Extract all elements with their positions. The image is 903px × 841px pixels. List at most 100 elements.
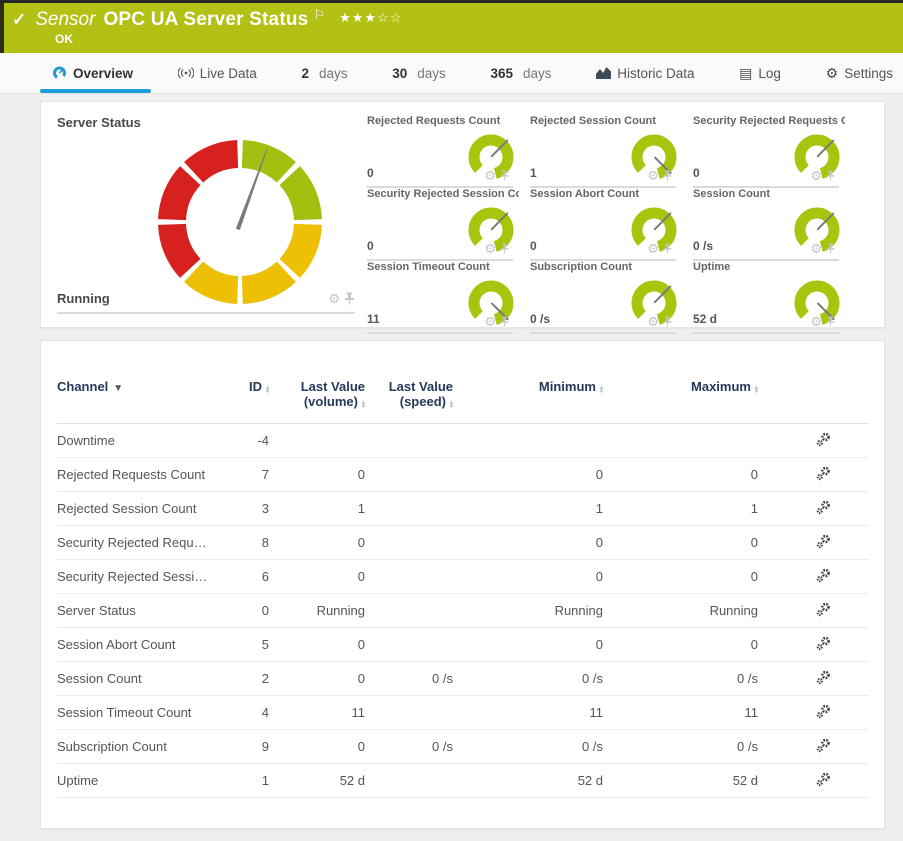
cell-maximum: 52 d <box>603 773 758 788</box>
column-header-minimum[interactable]: Minimum▴▾ <box>453 379 603 394</box>
active-tab-underline <box>40 89 151 93</box>
primary-gauge-panel: Server Status Running ⚙ <box>57 115 355 316</box>
column-header-last-value-speed[interactable]: Last Value(speed)▴▾ <box>365 379 453 409</box>
channel-settings-icon[interactable] <box>816 500 831 515</box>
cell-last-value-volume: 0 <box>269 569 365 584</box>
channel-gear-icon[interactable]: ⚙ <box>484 242 496 255</box>
cell-id: 4 <box>207 705 269 720</box>
channel-settings-icon[interactable] <box>816 534 831 549</box>
tab-number: 365 <box>490 66 513 81</box>
flag-icon[interactable]: ⚐ <box>313 7 325 23</box>
tab-settings[interactable]: ⚙ Settings <box>822 53 897 93</box>
tab-label: Overview <box>73 66 133 81</box>
pin-icon[interactable] <box>500 243 509 254</box>
tab-bar: Overview Live Data 2days 30days 365days … <box>0 53 903 94</box>
pin-icon[interactable] <box>500 316 509 327</box>
channel-settings-icon[interactable] <box>816 568 831 583</box>
channel-gear-icon[interactable]: ⚙ <box>647 242 659 255</box>
tab-historic-data[interactable]: Historic Data <box>592 53 698 93</box>
channel-settings-icon[interactable] <box>816 466 831 481</box>
channel-gear-icon[interactable]: ⚙ <box>647 315 659 328</box>
table-row[interactable]: Session Timeout Count 4 11 11 11 <box>57 696 868 730</box>
mini-gauge-value: 0 /s <box>530 312 550 326</box>
cell-channel: Uptime <box>57 773 207 788</box>
tab-30-days[interactable]: 30days <box>388 53 450 93</box>
divider <box>693 332 839 334</box>
tab-overview[interactable]: Overview <box>48 53 137 93</box>
pin-icon[interactable] <box>500 170 509 181</box>
table-row[interactable]: Downtime -4 <box>57 424 868 458</box>
pin-icon[interactable] <box>663 170 672 181</box>
mini-gauge-title: Rejected Session Count <box>530 115 682 127</box>
channel-gear-icon[interactable]: ⚙ <box>484 315 496 328</box>
column-header-channel[interactable]: Channel▼ <box>57 379 207 396</box>
tab-live-data[interactable]: Live Data <box>174 53 261 93</box>
cell-last-value-volume: 1 <box>269 501 365 516</box>
tab-365-days[interactable]: 365days <box>486 53 555 93</box>
table-row[interactable]: Rejected Session Count 3 1 1 1 <box>57 492 868 526</box>
cell-maximum: 0 <box>603 637 758 652</box>
tab-label: Live Data <box>200 66 257 81</box>
table-row[interactable]: Security Rejected Requ… 8 0 0 0 <box>57 526 868 560</box>
column-header-last-value-volume[interactable]: Last Value(volume)▴▾ <box>269 379 365 409</box>
channel-settings-icon[interactable] <box>816 704 831 719</box>
mini-gauge-value: 0 /s <box>693 239 713 253</box>
channel-gear-icon[interactable]: ⚙ <box>328 292 340 305</box>
chart-icon <box>596 67 611 79</box>
mini-gauge-title: Uptime <box>693 261 845 273</box>
sort-arrows-icon: ▴▾ <box>450 401 453 409</box>
tab-number: 30 <box>392 66 407 81</box>
pin-icon[interactable] <box>663 243 672 254</box>
mini-gauge-security-rejected-session: Security Rejected Session Co… 0 ⚙ <box>367 188 519 261</box>
mini-gauge-title: Subscription Count <box>530 261 682 273</box>
cell-channel: Server Status <box>57 603 207 618</box>
channel-gear-icon[interactable]: ⚙ <box>484 169 496 182</box>
gauge-footer: Running ⚙ <box>57 291 355 314</box>
pin-icon[interactable] <box>826 243 835 254</box>
channel-gear-icon[interactable]: ⚙ <box>810 315 822 328</box>
table-row[interactable]: Security Rejected Sessi… 6 0 0 0 <box>57 560 868 594</box>
gauges-panel: Server Status Running ⚙ Rejected Request… <box>40 101 885 328</box>
mini-gauge-value: 1 <box>530 166 537 180</box>
cell-last-value-volume: 11 <box>269 705 365 720</box>
cell-maximum: 1 <box>603 501 758 516</box>
channel-gear-icon[interactable]: ⚙ <box>647 169 659 182</box>
table-row[interactable]: Server Status 0 Running Running Running <box>57 594 868 628</box>
channel-settings-icon[interactable] <box>816 636 831 651</box>
pin-icon[interactable] <box>344 292 355 305</box>
cell-id: 0 <box>207 603 269 618</box>
pin-icon[interactable] <box>663 316 672 327</box>
cell-minimum: 0 <box>453 467 603 482</box>
table-row[interactable]: Subscription Count 9 0 0 /s 0 /s 0 /s <box>57 730 868 764</box>
column-header-id[interactable]: ID▴▾ <box>207 379 269 394</box>
cell-channel: Rejected Session Count <box>57 501 207 516</box>
cell-maximum: 0 <box>603 467 758 482</box>
cell-id: 3 <box>207 501 269 516</box>
tab-log[interactable]: ▤ Log <box>735 53 785 93</box>
table-row[interactable]: Session Abort Count 5 0 0 0 <box>57 628 868 662</box>
table-row[interactable]: Rejected Requests Count 7 0 0 0 <box>57 458 868 492</box>
table-row[interactable]: Session Count 2 0 0 /s 0 /s 0 /s <box>57 662 868 696</box>
cell-channel: Session Timeout Count <box>57 705 207 720</box>
channel-gear-icon[interactable]: ⚙ <box>810 242 822 255</box>
column-header-maximum[interactable]: Maximum▴▾ <box>603 379 758 394</box>
cell-last-value-volume: 0 <box>269 671 365 686</box>
channel-settings-icon[interactable] <box>816 670 831 685</box>
channel-settings-icon[interactable] <box>816 772 831 787</box>
cell-last-value-volume: 0 <box>269 535 365 550</box>
cell-last-value-speed: 0 /s <box>365 671 453 686</box>
tab-2-days[interactable]: 2days <box>297 53 351 93</box>
channel-settings-icon[interactable] <box>816 602 831 617</box>
table-row[interactable]: Uptime 1 52 d 52 d 52 d <box>57 764 868 798</box>
pin-icon[interactable] <box>826 316 835 327</box>
channel-settings-icon[interactable] <box>816 432 831 447</box>
priority-stars[interactable]: ★★★☆☆ <box>339 10 402 26</box>
status-badge: OK <box>55 32 903 46</box>
pin-icon[interactable] <box>826 170 835 181</box>
mini-gauge-subscription-count: Subscription Count 0 /s ⚙ <box>530 261 682 334</box>
cell-channel: Security Rejected Requ… <box>57 535 207 550</box>
channel-gear-icon[interactable]: ⚙ <box>810 169 822 182</box>
stars-empty: ☆☆ <box>377 10 402 25</box>
channel-settings-icon[interactable] <box>816 738 831 753</box>
cell-channel: Downtime <box>57 433 207 448</box>
